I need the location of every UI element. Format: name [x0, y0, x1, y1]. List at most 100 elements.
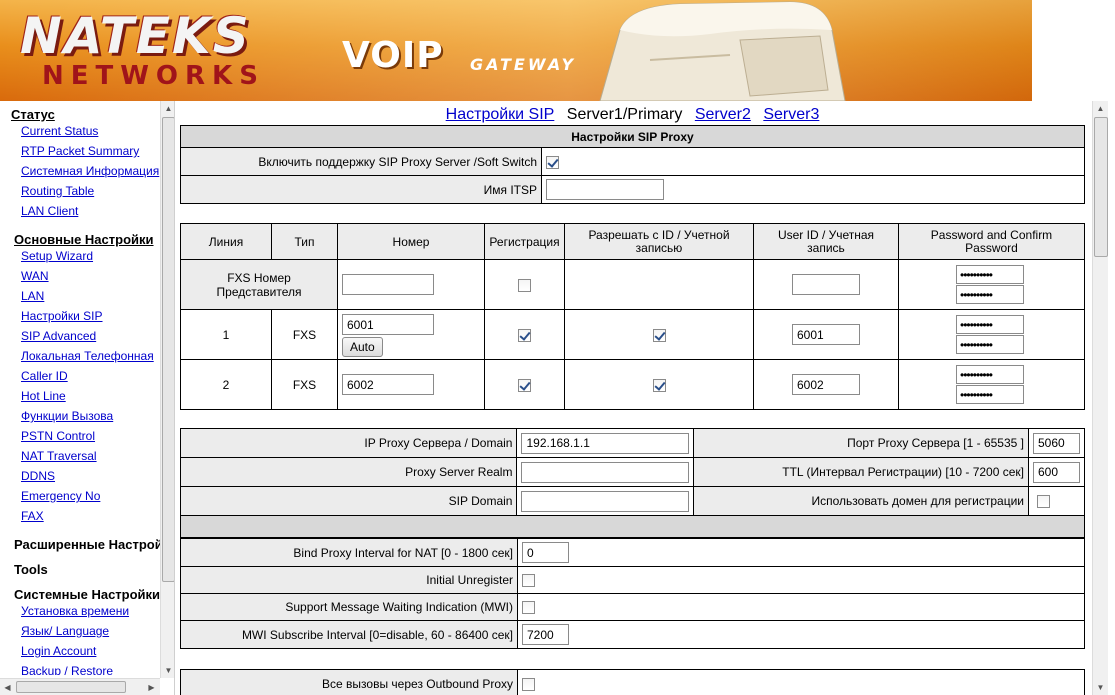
nav-item-sip-settings[interactable]: Настройки SIP [21, 309, 103, 323]
nav-item-setup-wizard[interactable]: Setup Wizard [21, 249, 93, 263]
sidebar-horizontal-scrollbar[interactable]: ◀ ▶ [0, 678, 160, 695]
scroll-up-icon[interactable]: ▲ [1093, 101, 1108, 116]
line-1-allow-id-checkbox[interactable] [652, 328, 666, 342]
enable-proxy-cell [541, 147, 1085, 176]
nav-item-system-info[interactable]: Системная Информация [21, 164, 159, 178]
line-1-number-cell: Auto [337, 309, 485, 360]
line-2-number-input[interactable] [342, 374, 434, 395]
line-1-registration-cell [484, 309, 565, 360]
nav-section-advanced-settings[interactable]: Расширенные Настройки [14, 537, 160, 552]
proxy-port-input[interactable] [1033, 432, 1080, 454]
main-content: Настройки SIP Server1/Primary Server2 Se… [175, 101, 1115, 695]
rep-userid-input[interactable] [792, 274, 860, 295]
nav-item-call-features[interactable]: Функции Вызова [21, 409, 113, 423]
initial-unregister-label: Initial Unregister [180, 566, 518, 594]
table-row-representative: FXS Номер Представителя [180, 259, 1085, 310]
rep-number-label: FXS Номер Представителя [180, 259, 338, 310]
line-1-registration-checkbox[interactable] [518, 328, 531, 342]
mwi-checkbox[interactable] [522, 601, 535, 615]
rep-confirm-password-input[interactable] [956, 285, 1024, 304]
auto-button[interactable]: Auto [342, 337, 383, 357]
ttl-cell [1028, 457, 1085, 487]
nav-item-hot-line[interactable]: Hot Line [21, 389, 66, 403]
col-type: Тип [271, 223, 338, 260]
sidebar-hscroll-thumb[interactable] [16, 681, 126, 693]
sidebar-scroll-thumb[interactable] [162, 117, 174, 582]
line-2-userid-input[interactable] [792, 374, 860, 395]
sip-proxy-table: Настройки SIP Proxy Включить поддержку S… [180, 125, 1085, 204]
rep-number-input[interactable] [342, 274, 434, 295]
nav-section-system-settings[interactable]: Системные Настройки [14, 587, 160, 602]
itsp-name-input[interactable] [546, 179, 664, 200]
nav-item-nat-traversal[interactable]: NAT Traversal [21, 449, 97, 463]
nav-item-emergency-no[interactable]: Emergency No [21, 489, 100, 503]
nav-item-language[interactable]: Язык/ Language [21, 624, 109, 638]
nav-item-rtp-packet-summary[interactable]: RTP Packet Summary [21, 144, 139, 158]
ttl-input[interactable] [1033, 461, 1080, 483]
nav-item-routing-table[interactable]: Routing Table [21, 184, 94, 198]
rep-registration-checkbox[interactable] [518, 278, 531, 292]
main-scroll-thumb[interactable] [1094, 117, 1108, 257]
nav-item-ddns[interactable]: DDNS [21, 469, 55, 483]
scroll-right-icon[interactable]: ▶ [144, 680, 159, 695]
nav-section-status[interactable]: Статус [11, 107, 55, 122]
rep-password-input[interactable] [956, 265, 1024, 284]
initial-unregister-checkbox[interactable] [522, 574, 535, 588]
line-1-password-input[interactable] [956, 315, 1024, 334]
nav-section-basic-settings[interactable]: Основные Настройки [14, 232, 154, 247]
tab-sip-settings[interactable]: Настройки SIP [446, 106, 555, 123]
nav-item-lan-client[interactable]: LAN Client [21, 204, 78, 218]
enable-proxy-checkbox[interactable] [546, 155, 559, 169]
nav-item-fax[interactable]: FAX [21, 509, 44, 523]
mwi-cell [517, 593, 1085, 621]
nav-item-backup-restore[interactable]: Backup / Restore [21, 664, 113, 675]
realm-input[interactable] [521, 461, 690, 483]
scroll-down-icon[interactable]: ▼ [161, 663, 174, 678]
bind-interval-input[interactable] [522, 542, 569, 563]
tab-server3[interactable]: Server3 [763, 106, 819, 123]
nav-item-lan[interactable]: LAN [21, 289, 44, 303]
nav-item-current-status[interactable]: Current Status [21, 124, 98, 138]
main-vertical-scrollbar[interactable]: ▲ ▼ [1092, 101, 1108, 695]
rep-password-cell [898, 259, 1085, 310]
line-2-password-input[interactable] [956, 365, 1024, 384]
proxy-ip-input[interactable] [521, 432, 690, 454]
rep-number-cell [337, 259, 485, 310]
nav-item-wan[interactable]: WAN [21, 269, 49, 283]
nav-item-pstn-control[interactable]: PSTN Control [21, 429, 95, 443]
line-1-userid-input[interactable] [792, 324, 860, 345]
nav-item-local-phone[interactable]: Локальная Телефонная [21, 349, 154, 363]
nav-item-sip-advanced[interactable]: SIP Advanced [21, 329, 96, 343]
mwi-interval-input[interactable] [522, 624, 569, 645]
sip-domain-input[interactable] [521, 490, 690, 512]
line-1-confirm-password-input[interactable] [956, 335, 1024, 354]
nav-section-tools[interactable]: Tools [14, 562, 48, 577]
line-2-allow-id-checkbox[interactable] [652, 378, 666, 392]
sip-domain-cell [516, 486, 695, 516]
voip-title: VOIP [342, 35, 444, 76]
mwi-label: Support Message Waiting Indication (MWI) [180, 593, 518, 621]
line-2-type: FXS [271, 359, 338, 410]
tab-server2[interactable]: Server2 [695, 106, 751, 123]
nav-item-login-account[interactable]: Login Account [21, 644, 96, 658]
realm-cell [516, 457, 695, 487]
col-user-id: User ID / Учетная запись [753, 223, 899, 260]
line-1-number-input[interactable] [342, 314, 434, 335]
rep-allow-id-cell [564, 259, 754, 310]
sidebar-vertical-scrollbar[interactable]: ▲ ▼ [160, 101, 174, 678]
use-domain-label: Использовать домен для регистрации [693, 486, 1029, 516]
line-2-registration-checkbox[interactable] [518, 378, 531, 392]
scroll-down-icon[interactable]: ▼ [1093, 680, 1108, 695]
line-2-confirm-password-input[interactable] [956, 385, 1024, 404]
sidebar-menu: Статус Current Status RTP Packet Summary… [0, 101, 160, 675]
bind-interval-label: Bind Proxy Interval for NAT [0 - 1800 се… [180, 538, 518, 567]
use-domain-checkbox[interactable] [1037, 495, 1050, 509]
nav-item-caller-id[interactable]: Caller ID [21, 369, 68, 383]
outbound-proxy-checkbox[interactable] [522, 677, 535, 691]
scroll-up-icon[interactable]: ▲ [161, 101, 174, 116]
gateway-device-image [599, 1, 846, 101]
nav-item-time-setup[interactable]: Установка времени [21, 604, 129, 618]
proxy-port-label: Порт Proxy Сервера [1 - 65535 ] [693, 428, 1029, 458]
initial-unregister-cell [517, 566, 1085, 594]
scroll-left-icon[interactable]: ◀ [0, 680, 15, 695]
